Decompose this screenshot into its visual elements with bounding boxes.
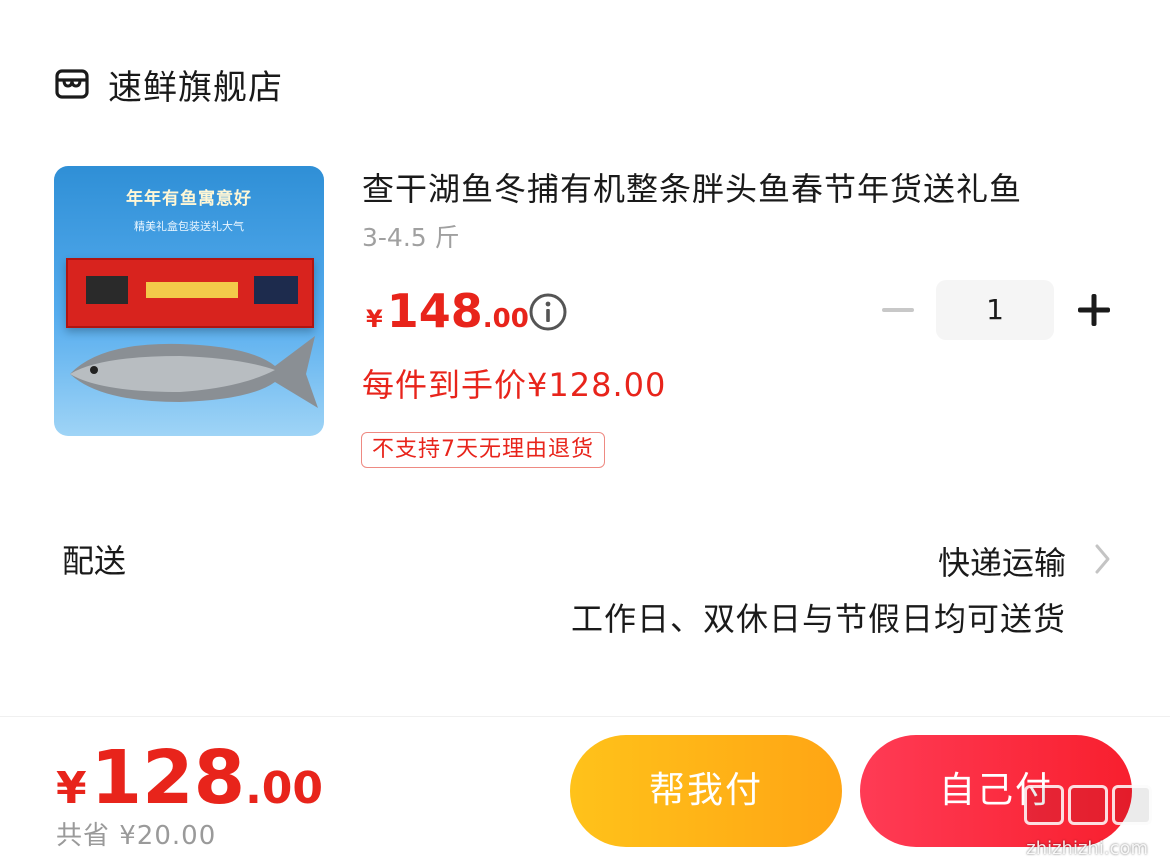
- chevron-right-icon[interactable]: [1092, 542, 1114, 576]
- product-title[interactable]: 查干湖鱼冬捕有机整条胖头鱼春节年货送礼鱼: [362, 164, 1122, 210]
- watermark-text: zhizhizhi.com: [1026, 838, 1148, 859]
- info-icon[interactable]: [528, 292, 568, 332]
- price-decimal: .00: [482, 304, 529, 334]
- final-price: 每件到手价¥128.00: [362, 366, 667, 404]
- product-image[interactable]: 年年有鱼寓意好 精美礼盒包装送礼大气: [54, 166, 324, 436]
- delivery-label: 配送: [62, 542, 127, 580]
- unit-price: ¥ 148 .00: [366, 284, 529, 338]
- fish-graphic: [70, 336, 318, 408]
- increase-quantity-icon[interactable]: [1074, 290, 1114, 330]
- order-card: 速鲜旗舰店 年年有鱼寓意好 精美礼盒包装送礼大气 查干湖鱼冬捕有机整条胖头鱼春节…: [0, 0, 1170, 716]
- watermark-logo: [1024, 785, 1152, 825]
- store-header[interactable]: 速鲜旗舰店: [54, 58, 283, 110]
- product-spec[interactable]: 3-4.5 斤: [362, 218, 460, 254]
- gift-box-graphic: [66, 258, 314, 328]
- delivery-method[interactable]: 快递运输: [938, 538, 1066, 584]
- decrease-quantity-icon[interactable]: [878, 290, 918, 330]
- total-price: ¥ 128 .00: [56, 735, 323, 821]
- store-name: 速鲜旗舰店: [108, 67, 283, 108]
- checkout-bar: ¥ 128 .00 共省 ¥20.00 帮我付 自己付 zhizhizhi.co…: [0, 716, 1170, 865]
- quantity-input[interactable]: 1: [936, 280, 1054, 340]
- saved-amount: 共省 ¥20.00: [56, 821, 217, 851]
- delivery-note: 工作日、双休日与节假日均可送货: [570, 600, 1066, 638]
- store-icon: [55, 69, 89, 99]
- help-pay-button[interactable]: 帮我付: [570, 735, 842, 847]
- product-image-title: 年年有鱼寓意好: [126, 189, 252, 209]
- total-currency: ¥: [56, 763, 87, 814]
- price-currency: ¥: [366, 305, 383, 333]
- price-integer: 148: [386, 284, 483, 338]
- product-image-subtitle: 精美礼盒包装送礼大气: [134, 220, 244, 233]
- total-decimal: .00: [245, 763, 324, 814]
- total-integer: 128: [90, 735, 246, 821]
- return-policy-tag: 不支持7天无理由退货: [361, 432, 605, 468]
